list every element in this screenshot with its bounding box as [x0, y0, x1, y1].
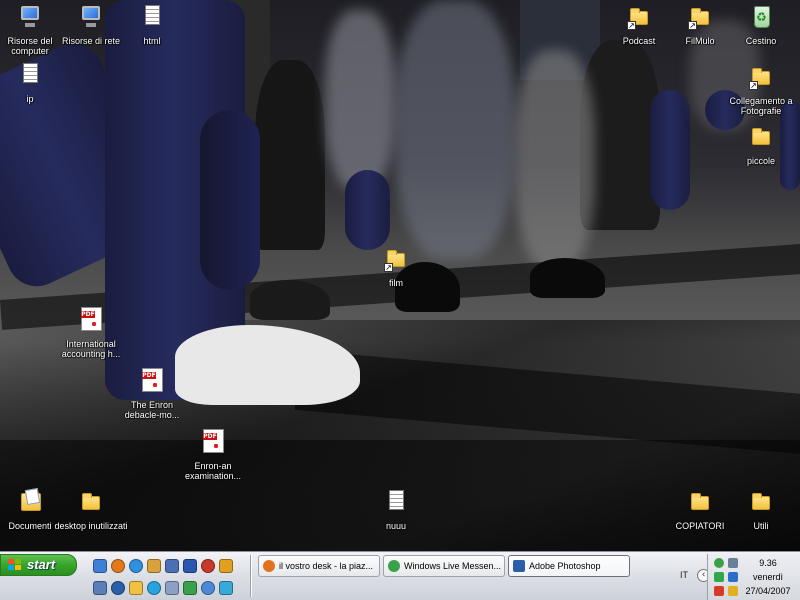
folder-shortcut-icon: ↗ — [745, 62, 777, 94]
desktop-icon-label: Cestino — [745, 36, 777, 46]
folder-shortcut-icon: ↗ — [623, 2, 655, 34]
task-button-browser[interactable]: il vostro desk - la piaz... — [258, 555, 380, 577]
network-places-icon — [75, 2, 107, 34]
folder-icon — [684, 487, 716, 519]
internet-explorer-icon[interactable] — [129, 559, 143, 573]
my-documents-icon — [14, 487, 46, 519]
app-shortcut-icon[interactable] — [219, 559, 233, 573]
start-button[interactable]: start — [0, 554, 77, 576]
folder-icon — [745, 122, 777, 154]
desktop-icon-piccole[interactable]: piccole — [723, 122, 799, 166]
show-desktop-icon[interactable] — [93, 559, 107, 573]
pdf-file-icon — [136, 366, 168, 398]
wallpaper-person — [255, 60, 325, 250]
desktop-icon-nuuu[interactable]: nuuu — [358, 487, 434, 531]
desktop-icon-cestino[interactable]: Cestino — [723, 2, 799, 46]
desktop-icon-label: piccole — [746, 156, 775, 166]
desktop-icon-label: nuuu — [385, 521, 407, 531]
clock-day: venerdì — [752, 572, 784, 582]
windows-logo-icon — [8, 559, 22, 571]
my-computer-icon — [14, 2, 46, 34]
tray-app-icon[interactable] — [728, 572, 738, 582]
folder-icon[interactable] — [129, 581, 143, 595]
desktop-icon-label: The Enron debacle-mo... — [124, 400, 180, 420]
desktop-icon-ip[interactable]: ip — [0, 60, 68, 104]
wallpaper-jeans — [200, 110, 260, 290]
app-shortcut-icon[interactable] — [165, 559, 179, 573]
skype-icon[interactable] — [147, 581, 161, 595]
desktop-icon-film[interactable]: ↗ film — [358, 244, 434, 288]
app-shortcut-icon[interactable] — [165, 581, 179, 595]
messenger-icon[interactable] — [183, 581, 197, 595]
wallpaper-jeans — [345, 170, 390, 250]
wallpaper-person — [325, 10, 395, 190]
tray-app-icon[interactable] — [728, 586, 738, 596]
task-button-photoshop[interactable]: Adobe Photoshop — [508, 555, 630, 577]
folder-icon — [745, 487, 777, 519]
media-player-icon[interactable] — [111, 581, 125, 595]
wallpaper-person — [515, 50, 595, 270]
task-button-messenger[interactable]: Windows Live Messen... — [383, 555, 505, 577]
task-button-label: Windows Live Messen... — [404, 561, 502, 571]
recycle-bin-icon — [745, 2, 777, 34]
folder-shortcut-icon: ↗ — [684, 2, 716, 34]
desktop-icon-label: film — [389, 278, 403, 288]
desktop-icon-label: Collegamento a Fotografie — [729, 96, 793, 116]
task-button-label: il vostro desk - la piaz... — [279, 561, 374, 571]
messenger-icon — [388, 560, 400, 572]
messenger-status-icon[interactable] — [714, 558, 724, 568]
desktop-icon-html[interactable]: html — [114, 2, 190, 46]
wallpaper-jeans — [650, 90, 690, 210]
text-document-icon — [14, 60, 46, 92]
text-document-icon — [136, 2, 168, 34]
clock-time[interactable]: 9.36 — [740, 558, 796, 568]
desktop-icon-label: html — [143, 36, 161, 46]
wallpaper-person — [395, 0, 515, 260]
wallpaper-shoe — [250, 280, 330, 320]
desktop-icon-enron-debacle[interactable]: The Enron debacle-mo... — [114, 366, 190, 420]
folder-icon — [75, 487, 107, 519]
desktop-icon-label: ip — [26, 94, 34, 104]
desktop-icon-label: Enron-an examination... — [184, 461, 242, 481]
taskbar-separator — [250, 555, 252, 597]
app-shortcut-icon[interactable] — [201, 559, 215, 573]
app-shortcut-icon[interactable] — [147, 559, 161, 573]
tray-app-icon[interactable] — [714, 572, 724, 582]
wallpaper-shoe — [530, 258, 605, 298]
pdf-file-icon — [75, 305, 107, 337]
desktop-icon-international-accounting[interactable]: International accounting h... — [53, 305, 129, 359]
app-shortcut-icon[interactable] — [219, 581, 233, 595]
desktop-icon-enron-examination[interactable]: Enron-an examination... — [175, 427, 251, 481]
photoshop-icon — [513, 560, 525, 572]
word-icon[interactable] — [183, 559, 197, 573]
text-document-icon — [380, 487, 412, 519]
clock-date: 27/04/2007 — [745, 586, 791, 596]
start-label: start — [27, 557, 56, 572]
pdf-file-icon — [197, 427, 229, 459]
language-indicator[interactable]: IT — [676, 570, 692, 580]
taskbar: start il vostro desk - la piaz... Window… — [0, 551, 800, 600]
app-shortcut-icon[interactable] — [93, 581, 107, 595]
firefox-icon[interactable] — [111, 559, 125, 573]
task-button-label: Adobe Photoshop — [529, 561, 601, 571]
firefox-icon — [263, 560, 275, 572]
network-icon[interactable] — [728, 558, 738, 568]
tray-app-icon[interactable] — [714, 586, 724, 596]
folder-shortcut-icon: ↗ — [380, 244, 412, 276]
desktop-icon-collegamento-fotografie[interactable]: ↗ Collegamento a Fotografie — [723, 62, 799, 116]
desktop-icon-label: desktop inutilizzati — [54, 521, 128, 531]
desktop-icon-label: International accounting h... — [61, 339, 121, 359]
desktop-icon-utili[interactable]: Utili — [723, 487, 799, 531]
desktop-icon-label: Utili — [753, 521, 769, 531]
desktop-icon-desktop-inutilizzati[interactable]: desktop inutilizzati — [53, 487, 129, 531]
app-shortcut-icon[interactable] — [201, 581, 215, 595]
